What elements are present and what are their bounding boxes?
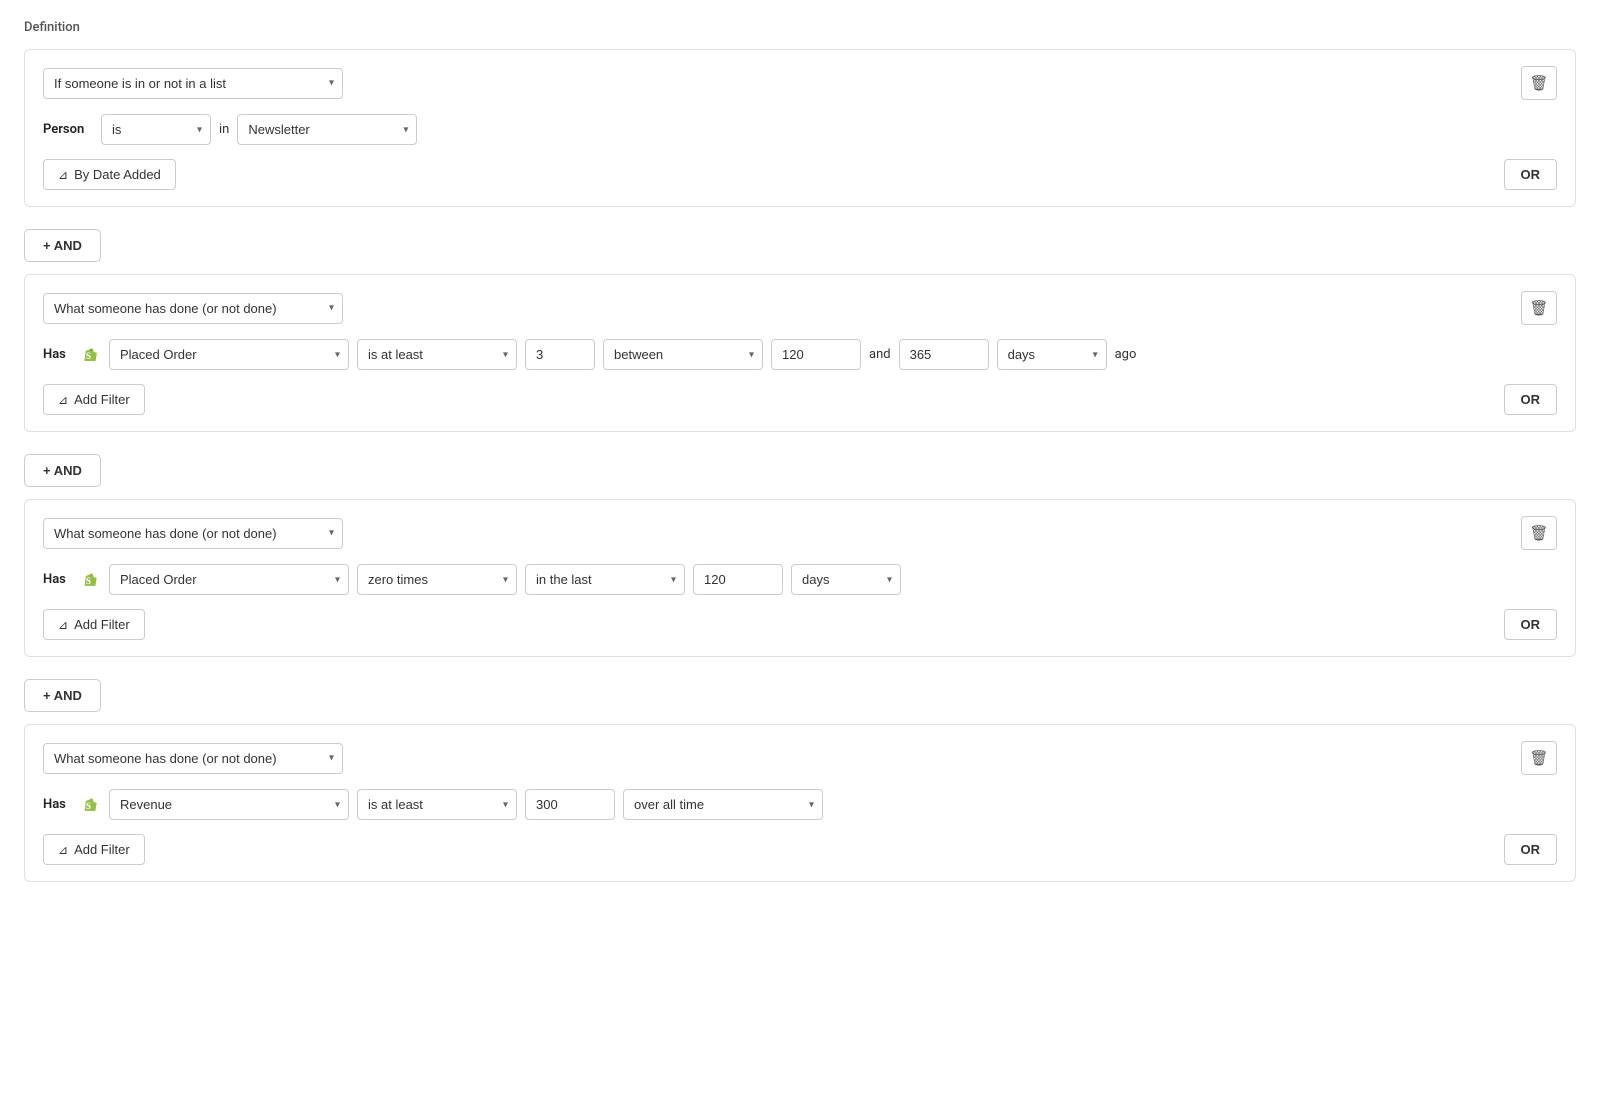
has-row-4: Has S Revenue Placed Order Viewed Produc… [43, 789, 1557, 820]
trash-icon: 🗑 [1529, 74, 1548, 92]
by-date-added-label: By Date Added [74, 167, 161, 182]
or-button-3[interactable]: OR [1504, 609, 1558, 640]
main-condition-select-2[interactable]: What someone has done (or not done) If s… [43, 293, 343, 324]
time-operator-select-wrapper-3: in the last between over all time ▾ [525, 564, 685, 595]
bottom-row-1: ⊿ By Date Added OR [43, 159, 1557, 190]
svg-text:S: S [86, 576, 91, 586]
delete-button-4[interactable]: 🗑 [1521, 741, 1557, 775]
count-operator-select-3[interactable]: zero times is at least is at most equals [357, 564, 517, 595]
add-filter-label-4: Add Filter [74, 842, 130, 857]
has-label-2: Has [43, 347, 71, 362]
person-is-select[interactable]: is is not [101, 114, 211, 145]
main-condition-select-wrapper-2: What someone has done (or not done) If s… [43, 293, 343, 324]
main-condition-select-wrapper-4: What someone has done (or not done) If s… [43, 743, 343, 774]
time-unit-select-3[interactable]: days weeks months [791, 564, 901, 595]
shopify-icon-4: S [79, 794, 101, 816]
delete-button-1[interactable]: 🗑 [1521, 66, 1557, 100]
svg-text:S: S [86, 801, 91, 811]
person-label: Person [43, 122, 93, 137]
shopify-icon-2: S [79, 344, 101, 366]
main-condition-select-1[interactable]: If someone is in or not in a list What s… [43, 68, 343, 99]
and-label-2: and [869, 347, 891, 362]
condition-block-4: What someone has done (or not done) If s… [24, 724, 1576, 882]
has-label-4: Has [43, 797, 71, 812]
add-filter-label-3: Add Filter [74, 617, 130, 632]
has-row-3: Has S Placed Order Viewed Product Clicke… [43, 564, 1557, 595]
person-row-1: Person is is not ▾ in Newsletter VIP Sub… [43, 114, 1557, 145]
and-button-2[interactable]: + AND [24, 454, 101, 487]
condition-top-row-3: What someone has done (or not done) If s… [43, 516, 1557, 550]
or-button-4[interactable]: OR [1504, 834, 1558, 865]
action-select-2[interactable]: Placed Order Viewed Product Clicked Emai… [109, 339, 349, 370]
time-operator-select-2[interactable]: between in the last over all time [603, 339, 763, 370]
add-filter-label-2: Add Filter [74, 392, 130, 407]
count-input-4[interactable] [525, 789, 615, 820]
trash-icon: 🗑 [1529, 749, 1548, 767]
time-operator-select-wrapper-2: between in the last over all time ▾ [603, 339, 763, 370]
filter-icon: ⊿ [58, 618, 68, 632]
time-unit-select-wrapper-3: days weeks months ▾ [791, 564, 901, 595]
main-condition-select-3[interactable]: What someone has done (or not done) If s… [43, 518, 343, 549]
count-operator-select-2[interactable]: is at least is at most equals zero times [357, 339, 517, 370]
count-operator-select-4[interactable]: is at least is at most equals [357, 789, 517, 820]
main-condition-select-wrapper-3: What someone has done (or not done) If s… [43, 518, 343, 549]
filter-icon: ⊿ [58, 168, 68, 182]
time-operator-select-wrapper-4: over all time in the last between ▾ [623, 789, 823, 820]
list-select[interactable]: Newsletter VIP Subscribers [237, 114, 417, 145]
has-label-3: Has [43, 572, 71, 587]
main-condition-select-4[interactable]: What someone has done (or not done) If s… [43, 743, 343, 774]
in-label: in [219, 122, 229, 137]
delete-button-3[interactable]: 🗑 [1521, 516, 1557, 550]
action-select-wrapper-4: Revenue Placed Order Viewed Product ▾ [109, 789, 349, 820]
action-select-wrapper-3: Placed Order Viewed Product Clicked Emai… [109, 564, 349, 595]
condition-top-row-2: What someone has done (or not done) If s… [43, 291, 1557, 325]
time-operator-select-3[interactable]: in the last between over all time [525, 564, 685, 595]
condition-block-2: What someone has done (or not done) If s… [24, 274, 1576, 432]
has-row-2: Has S Placed Order Viewed Product Clicke… [43, 339, 1557, 370]
list-select-wrapper: Newsletter VIP Subscribers ▾ [237, 114, 417, 145]
condition-top-row-1: If someone is in or not in a list What s… [43, 66, 1557, 100]
time-unit-select-wrapper-2: days weeks months ▾ [997, 339, 1107, 370]
action-select-3[interactable]: Placed Order Viewed Product Clicked Emai… [109, 564, 349, 595]
add-filter-button-2[interactable]: ⊿ Add Filter [43, 384, 145, 415]
count-operator-select-wrapper-4: is at least is at most equals ▾ [357, 789, 517, 820]
trash-icon: 🗑 [1529, 299, 1548, 317]
main-condition-select-wrapper-1: If someone is in or not in a list What s… [43, 68, 343, 99]
or-button-2[interactable]: OR [1504, 384, 1558, 415]
ago-label-2: ago [1115, 347, 1137, 362]
count-operator-select-wrapper-2: is at least is at most equals zero times… [357, 339, 517, 370]
and-button-3[interactable]: + AND [24, 679, 101, 712]
condition-block-3: What someone has done (or not done) If s… [24, 499, 1576, 657]
time-value-input-3[interactable] [693, 564, 783, 595]
or-button-1[interactable]: OR [1504, 159, 1558, 190]
action-select-4[interactable]: Revenue Placed Order Viewed Product [109, 789, 349, 820]
condition-top-row-4: What someone has done (or not done) If s… [43, 741, 1557, 775]
by-date-added-button[interactable]: ⊿ By Date Added [43, 159, 176, 190]
count-input-2[interactable] [525, 339, 595, 370]
time-from-input-2[interactable] [771, 339, 861, 370]
person-is-select-wrapper: is is not ▾ [101, 114, 211, 145]
filter-icon: ⊿ [58, 843, 68, 857]
bottom-row-3: ⊿ Add Filter OR [43, 609, 1557, 640]
add-filter-button-4[interactable]: ⊿ Add Filter [43, 834, 145, 865]
page-title: Definition [24, 20, 1576, 35]
condition-block-1: If someone is in or not in a list What s… [24, 49, 1576, 207]
trash-icon: 🗑 [1529, 524, 1548, 542]
action-select-wrapper-2: Placed Order Viewed Product Clicked Emai… [109, 339, 349, 370]
time-to-input-2[interactable] [899, 339, 989, 370]
filter-icon: ⊿ [58, 393, 68, 407]
time-unit-select-2[interactable]: days weeks months [997, 339, 1107, 370]
add-filter-button-3[interactable]: ⊿ Add Filter [43, 609, 145, 640]
delete-button-2[interactable]: 🗑 [1521, 291, 1557, 325]
time-operator-select-4[interactable]: over all time in the last between [623, 789, 823, 820]
and-button-1[interactable]: + AND [24, 229, 101, 262]
shopify-icon-3: S [79, 569, 101, 591]
bottom-row-2: ⊿ Add Filter OR [43, 384, 1557, 415]
bottom-row-4: ⊿ Add Filter OR [43, 834, 1557, 865]
count-operator-select-wrapper-3: zero times is at least is at most equals… [357, 564, 517, 595]
svg-text:S: S [86, 351, 91, 361]
